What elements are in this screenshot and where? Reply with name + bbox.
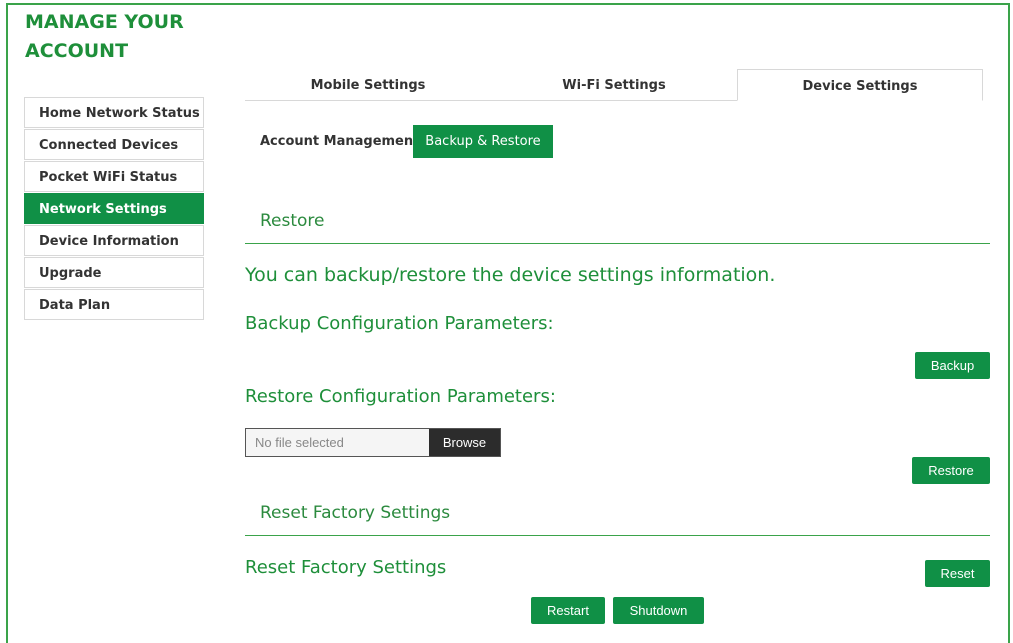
reset-button[interactable]: Reset — [925, 560, 990, 587]
reset-section-header: Reset Factory Settings — [245, 499, 990, 536]
subtab-account-management[interactable]: Account Management — [260, 125, 419, 158]
sidebar: Home Network Status Connected Devices Po… — [24, 97, 204, 321]
sidebar-item-connected-devices[interactable]: Connected Devices — [24, 129, 204, 160]
settings-tabs: Mobile Settings Wi-Fi Settings Device Se… — [245, 69, 983, 101]
backup-config-label: Backup Configuration Parameters: — [245, 313, 554, 334]
sidebar-item-device-information[interactable]: Device Information — [24, 225, 204, 256]
restart-button[interactable]: Restart — [531, 597, 605, 624]
file-input[interactable]: No file selected Browse — [245, 428, 501, 457]
browse-button[interactable]: Browse — [429, 429, 500, 456]
page-title: MANAGE YOUR ACCOUNT — [25, 8, 225, 66]
sidebar-item-home-network-status[interactable]: Home Network Status — [24, 97, 204, 128]
reset-heading: Reset Factory Settings — [260, 503, 451, 523]
restore-section-header: Restore — [245, 207, 990, 244]
restore-config-label: Restore Configuration Parameters: — [245, 386, 556, 407]
tab-device-settings[interactable]: Device Settings — [737, 69, 983, 101]
sidebar-item-data-plan[interactable]: Data Plan — [24, 289, 204, 320]
restore-button[interactable]: Restore — [912, 457, 990, 484]
file-placeholder: No file selected — [255, 435, 344, 450]
sidebar-item-pocket-wifi-status[interactable]: Pocket WiFi Status — [24, 161, 204, 192]
reset-factory-label: Reset Factory Settings — [245, 557, 447, 578]
page-title-line2: ACCOUNT — [25, 40, 129, 62]
subtab-backup-restore[interactable]: Backup & Restore — [413, 125, 553, 158]
restore-intro-text: You can backup/restore the device settin… — [245, 264, 776, 286]
sidebar-item-network-settings[interactable]: Network Settings — [24, 193, 204, 224]
shutdown-button[interactable]: Shutdown — [613, 597, 704, 624]
backup-button[interactable]: Backup — [915, 352, 990, 379]
sidebar-item-upgrade[interactable]: Upgrade — [24, 257, 204, 288]
page-title-line1: MANAGE YOUR — [25, 11, 184, 33]
restore-heading: Restore — [260, 211, 325, 231]
tab-wifi-settings[interactable]: Wi-Fi Settings — [491, 69, 737, 100]
tab-mobile-settings[interactable]: Mobile Settings — [245, 69, 491, 100]
